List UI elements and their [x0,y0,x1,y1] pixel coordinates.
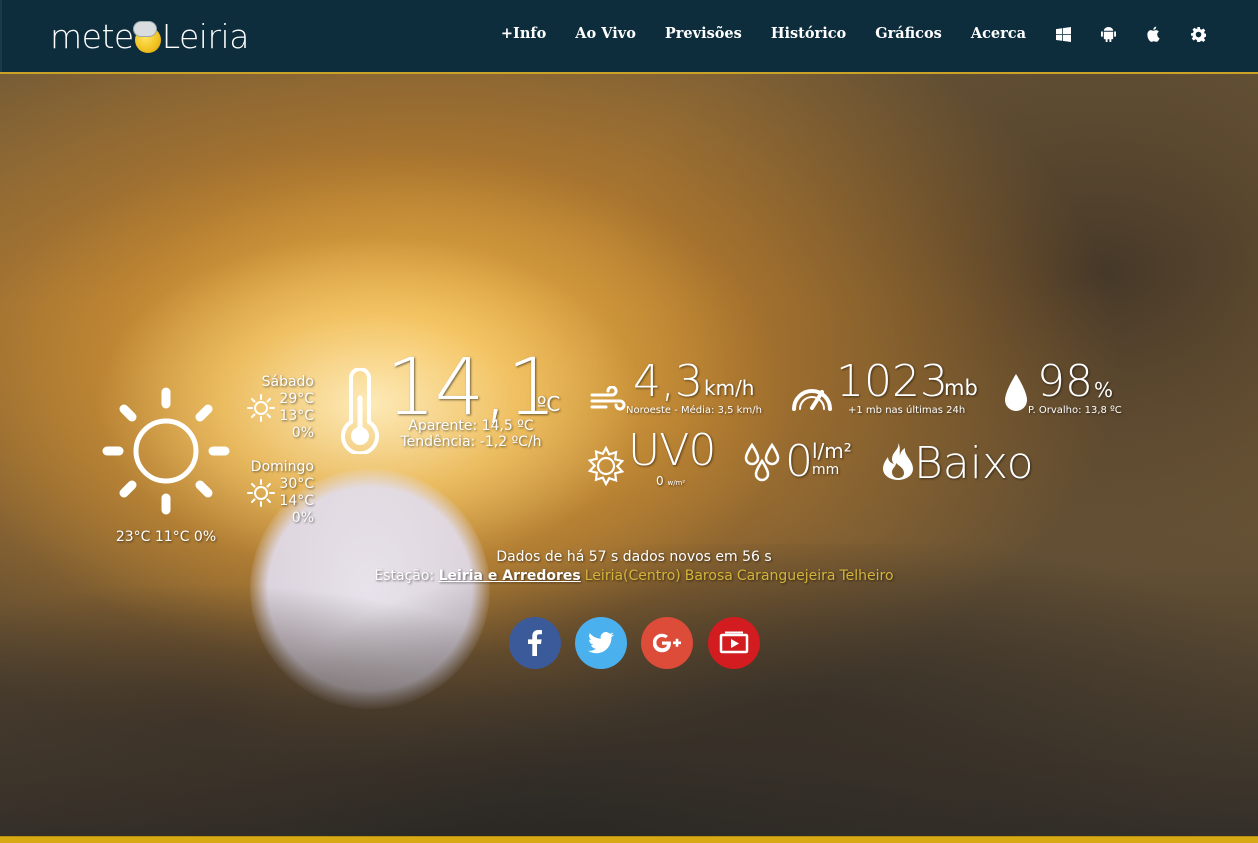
nav-item-history[interactable]: Histórico [771,22,846,46]
temperature-trend: Tendência: -1,2 ºC/h [400,434,542,450]
gear-icon[interactable] [1190,22,1206,46]
station-link[interactable]: Telheiro [840,568,894,584]
navbar: mete Leiria +Info Ao Vivo Previsões Hist… [0,0,1258,72]
station-link-active[interactable]: Leiria e Arredores [439,568,581,584]
sun-icon [246,393,276,423]
forecast-precip: 0% [291,425,314,441]
uv-irradiance: 0 w/m² [656,474,685,488]
station-link[interactable]: Leiria(Centro) [585,568,681,584]
android-icon[interactable] [1100,22,1116,46]
wind-speed-value: 4,3 [633,356,703,407]
google-plus-icon [653,633,681,653]
humidity-description: P. Orvalho: 13,8 ºC [1028,405,1122,416]
station-link[interactable]: Caranguejeira [737,568,836,584]
nav-item-about[interactable]: Acerca [971,22,1026,46]
temperature-apparent: Aparente: 14,5 ºC [408,418,534,434]
forecast-day-name: Sábado [261,374,314,390]
rain-value: 0 [785,436,813,487]
windows-icon[interactable] [1055,22,1071,46]
youtube-icon [719,631,749,654]
facebook-button[interactable] [509,617,561,669]
logo-text-right: Leiria [161,17,250,56]
forecast-precip: 0% [291,510,314,526]
wind-speed-unit: km/h [704,376,755,400]
fire-risk-value: Baixo [914,438,1034,489]
rain-unit-top: l/m² [812,439,852,463]
temperature-unit: ºC [537,392,561,416]
nav-item-info[interactable]: +Info [501,22,546,46]
sun-icon [246,478,276,508]
facebook-icon [528,630,542,656]
apple-icon[interactable] [1145,22,1161,46]
nav-links: +Info Ao Vivo Previsões Histórico Gráfic… [472,22,1206,46]
station-label: Estação: [374,568,435,584]
twitter-button[interactable] [575,617,627,669]
thermometer-icon [336,367,384,456]
twitter-icon [588,632,614,654]
wind-description: Noroeste - Média: 3,5 km/h [626,405,762,416]
site-logo[interactable]: mete Leiria [50,18,249,56]
forecast-day-sunday: Domingo 30°C 14°C 0% [244,459,314,527]
nav-item-live[interactable]: Ao Vivo [575,22,636,46]
dark-clouds [0,544,1258,836]
uv-sun-icon [586,445,626,487]
google-plus-button[interactable] [641,617,693,669]
uv-irradiance-value: 0 [656,474,664,488]
uv-value: 0 [688,425,716,476]
today-summary: 23°C 11°C 0% [115,529,217,545]
pressure-value: 1023 [836,356,948,407]
uv-label: UV [628,425,689,476]
wind-icon [590,385,626,414]
uv-index: UV0 [628,425,716,477]
station-selector: Estação: Leiria e Arredores Leiria(Centro… [0,567,1258,586]
pressure-description: +1 mb nas últimas 24h [848,405,966,416]
forecast-day-name: Domingo [250,459,314,475]
logo-cloud-sun-icon [132,21,161,53]
humidity-value: 98 [1037,356,1093,407]
footer-accent-line [0,836,1258,843]
humidity-drop-icon [1003,373,1029,413]
pressure-unit: mb [944,376,978,400]
station-link[interactable]: Barosa [685,568,733,584]
logo-text-left: mete [50,17,134,56]
humidity-unit: % [1094,378,1114,402]
forecast-day-saturday: Sábado 29°C 13°C 0% [244,374,314,442]
fire-icon [882,442,914,480]
uv-irradiance-unit: w/m² [667,479,686,487]
youtube-button[interactable] [708,617,760,669]
gauge-icon [790,378,834,412]
rain-drops-icon [742,441,784,483]
today-sun-icon [100,385,232,517]
nav-item-forecasts[interactable]: Previsões [665,22,742,46]
nav-item-charts[interactable]: Gráficos [875,22,942,46]
data-age-status: Dados de há 57 s dados novos em 56 s [496,549,772,565]
rain-unit-bottom: mm [812,462,840,478]
